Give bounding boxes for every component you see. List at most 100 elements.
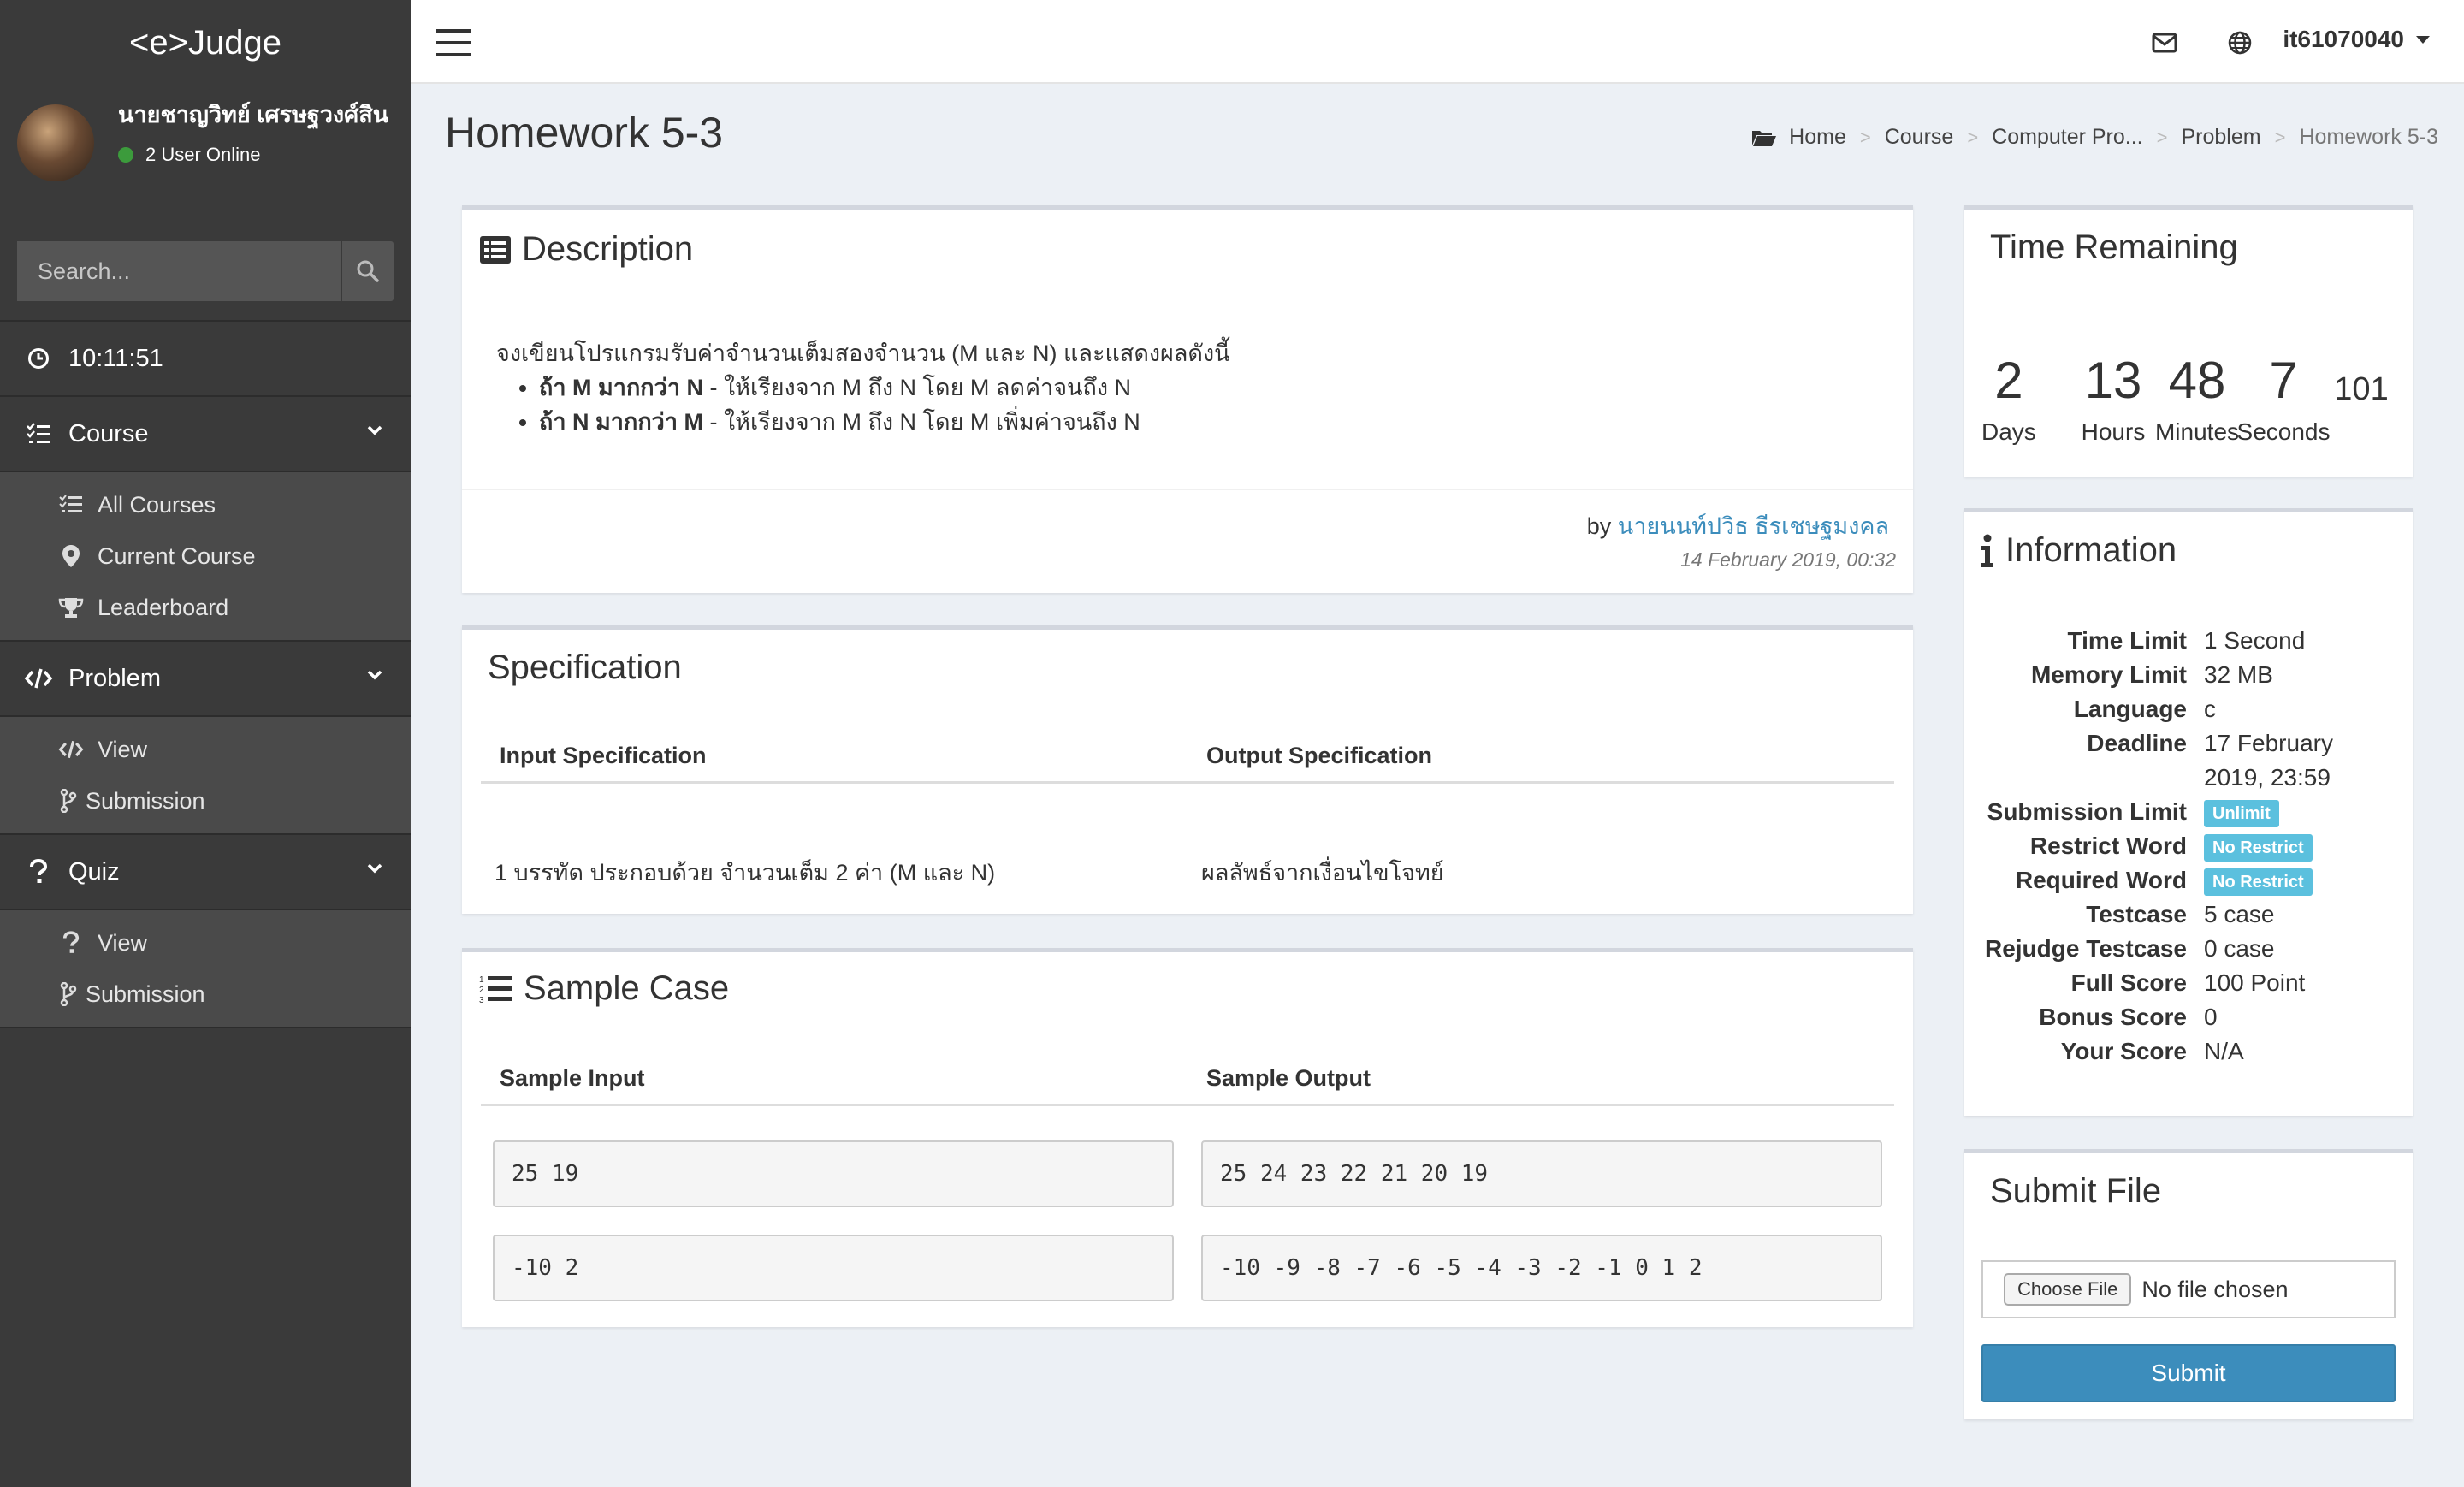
envelope-icon[interactable] (2147, 26, 2182, 60)
app-logo[interactable]: <e>Judge (0, 0, 411, 86)
info-key: Testcase (2086, 901, 2187, 927)
seconds-label: Seconds (2236, 418, 2331, 445)
info-key: Full Score (2070, 969, 2187, 996)
author-line: by นายนนท์ปวิธ ธีรเชษฐมงคล (1587, 507, 1889, 544)
sidebar-menu-course[interactable]: Course (0, 397, 411, 472)
countdown-seconds: 7 Seconds (2236, 347, 2331, 446)
info-value: No Restrict (2204, 829, 2413, 863)
clock-time: 10:11:51 (68, 344, 163, 372)
problem-submenu: View Submission (0, 717, 411, 835)
sidebar-item-quiz-view[interactable]: View (0, 917, 411, 969)
by-prefix: by (1586, 513, 1612, 539)
hamburger-menu-icon[interactable] (428, 24, 479, 62)
info-key: Time Limit (2067, 627, 2187, 654)
sample-input-header: Sample Input (500, 1065, 645, 1091)
caret-down-icon (2416, 35, 2430, 44)
info-key: Language (2073, 696, 2187, 722)
sample-output-box[interactable]: 25 24 23 22 21 20 19 (1201, 1140, 1882, 1207)
author-link[interactable]: นายนนท์ปวิธ ธีรเชษฐมงคล (1618, 513, 1889, 539)
information-title: Information (1980, 531, 2177, 570)
sample-input-box[interactable]: -10 2 (493, 1235, 1174, 1301)
svg-text:1: 1 (479, 975, 484, 985)
sidebar-menu-quiz[interactable]: Quiz (0, 835, 411, 910)
info-row: Memory Limit 32 MB (1964, 658, 2413, 692)
info-value: No Restrict (2204, 863, 2413, 898)
sidebar-item-quiz-submission[interactable]: Submission (0, 969, 411, 1020)
info-row: Testcase 5 case (1964, 898, 2413, 932)
chevron-down-icon (367, 863, 382, 874)
info-row: Deadline 17 February 2019, 23:59 (1964, 726, 2413, 795)
breadcrumb: Home > Course > Computer Pro... > Proble… (1751, 125, 2438, 150)
breadcrumb-home[interactable]: Home (1789, 125, 1846, 150)
choose-file-button[interactable]: Choose File (2004, 1273, 2132, 1306)
info-value: 100 Point (2204, 969, 2306, 996)
course-submenu: All Courses Current Course Leaderboard (0, 472, 411, 642)
sidebar-item-label: View (98, 736, 148, 762)
username-label: it61070040 (2283, 26, 2404, 52)
countdown-days: 2 Days (1981, 347, 2036, 446)
description-title-label: Description (522, 230, 694, 268)
list-check-icon (58, 495, 84, 515)
info-key: Memory Limit (2030, 661, 2187, 688)
globe-icon[interactable] (2223, 26, 2257, 60)
online-status-label: 2 User Online (145, 144, 261, 165)
branch-icon (58, 982, 79, 1006)
quiz-submenu: View Submission (0, 910, 411, 1028)
status-badge: No Restrict (2204, 833, 2313, 862)
info-row: Language c (1964, 692, 2413, 726)
sidebar-menu-problem[interactable]: Problem (0, 642, 411, 717)
info-value: 1 Second (2204, 627, 2306, 654)
sidebar-item-problem-view[interactable]: View (0, 724, 411, 775)
description-box: Description จงเขียนโปรแกรมรับค่าจำนวนเต็… (462, 205, 1913, 593)
course-list-icon (24, 423, 53, 445)
sidebar-menu-course-label: Course (68, 419, 149, 447)
hours-label: Hours (2081, 418, 2146, 445)
info-value: 5 case (2204, 901, 2275, 927)
specification-table-header: Input Specification Output Specification (481, 731, 1894, 784)
file-input[interactable]: Choose File No file chosen (1981, 1260, 2396, 1318)
breadcrumb-separator: > (1859, 126, 1871, 148)
sidebar-clock: 10:11:51 (0, 322, 411, 397)
search-input[interactable] (17, 241, 341, 301)
sidebar-item-problem-submission[interactable]: Submission (0, 775, 411, 826)
submit-file-box: Submit File Choose File No file chosen S… (1964, 1149, 2413, 1419)
bullet-condition: ถ้า N มากกว่า M (539, 409, 703, 435)
output-spec-value: ผลลัพธ์จากเงื่อนไขโจทย์ (1201, 860, 1444, 886)
sidebar-item-all-courses[interactable]: All Courses (0, 479, 411, 530)
user-panel: นายชาญวิทย์ เศรษฐวงศ์สิน 2 User Online (0, 86, 411, 205)
minutes-value: 48 (2168, 352, 2226, 409)
info-key: Required Word (2015, 867, 2187, 893)
svg-text:2: 2 (479, 986, 484, 995)
sidebar-item-current-course[interactable]: Current Course (0, 530, 411, 582)
clock-icon (24, 347, 53, 370)
status-badge: Unlimit (2204, 799, 2279, 827)
search-button[interactable] (341, 241, 394, 301)
information-box: Information Time Limit 1 Second Memory Li… (1964, 508, 2413, 1116)
user-dropdown[interactable]: it61070040 (2283, 26, 2430, 53)
breadcrumb-separator: > (2274, 126, 2286, 148)
milliseconds-value: 101 (2334, 371, 2389, 407)
breadcrumb-computer-pro[interactable]: Computer Pro... (1992, 125, 2142, 150)
info-row: Bonus Score 0 (1964, 1000, 2413, 1034)
info-row: Your Score N/A (1964, 1034, 2413, 1069)
breadcrumb-course[interactable]: Course (1885, 125, 1954, 150)
minutes-label: Minutes (2154, 418, 2240, 445)
info-value: 17 February 2019, 23:59 (2204, 730, 2333, 791)
sidebar-item-leaderboard[interactable]: Leaderboard (0, 582, 411, 633)
info-key: Submission Limit (1987, 798, 2187, 825)
description-bullet: ถ้า M มากกว่า N - ให้เรียงจาก M ถึง N โด… (539, 370, 1230, 405)
description-bullets: ถ้า M มากกว่า N - ให้เรียงจาก M ถึง N โด… (539, 370, 1230, 439)
info-key: Rejudge Testcase (1984, 935, 2187, 962)
post-date: 14 February 2019, 00:32 (1680, 548, 1896, 571)
svg-text:3: 3 (479, 996, 484, 1004)
sidebar-item-label: View (98, 929, 148, 956)
seconds-value: 7 (2269, 352, 2298, 409)
countdown-minutes: 48 Minutes (2154, 347, 2240, 446)
submit-button[interactable]: Submit (1981, 1344, 2396, 1402)
breadcrumb-separator: > (2156, 126, 2168, 148)
search-icon (357, 260, 379, 282)
sample-input-box[interactable]: 25 19 (493, 1140, 1174, 1207)
file-status: No file chosen (2141, 1276, 2289, 1302)
breadcrumb-problem[interactable]: Problem (2181, 125, 2260, 150)
sample-output-box[interactable]: -10 -9 -8 -7 -6 -5 -4 -3 -2 -1 0 1 2 (1201, 1235, 1882, 1301)
